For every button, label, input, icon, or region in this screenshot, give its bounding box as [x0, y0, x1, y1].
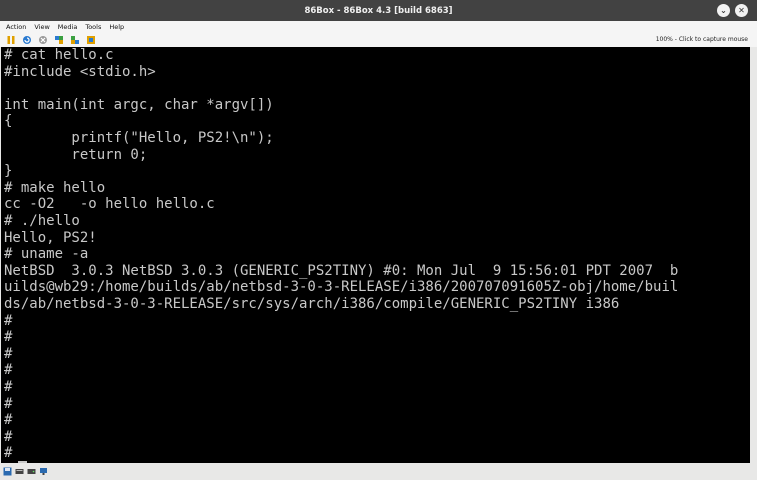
settings-icon	[86, 35, 95, 44]
terminal-line: Hello, PS2!	[4, 229, 97, 246]
hard-disk-icon	[27, 469, 36, 474]
terminal-line: #	[4, 362, 13, 379]
network-status[interactable]	[39, 467, 48, 476]
cdrom-drive-status[interactable]	[15, 467, 24, 476]
terminal-line: #	[4, 395, 13, 412]
terminal-line: ds/ab/netbsd-3-0-3-RELEASE/src/sys/arch/…	[4, 296, 620, 312]
floppy-drive-icon	[3, 467, 12, 476]
pause-icon	[7, 35, 14, 44]
floppy-drive-status[interactable]	[3, 467, 12, 476]
window-title: 86Box - 86Box 4.3 [build 6863]	[304, 5, 453, 16]
terminal-line: return 0;	[4, 146, 148, 163]
menu-help[interactable]: Help	[105, 23, 128, 31]
ctrl-alt-del-icon	[22, 35, 31, 44]
terminal-line: int main(int argc, char *argv[])	[4, 96, 274, 113]
menu-tools[interactable]: Tools	[81, 23, 105, 31]
ctrl-alt-del-button[interactable]	[21, 34, 32, 45]
acpi-shutdown-icon	[70, 35, 79, 44]
terminal-line: # make hello	[4, 179, 106, 196]
terminal-line: #	[4, 412, 13, 429]
terminal-line: #	[4, 345, 13, 362]
status-bar	[0, 463, 757, 480]
terminal-line: {	[4, 113, 13, 130]
terminal-line: #	[4, 379, 13, 395]
hard-reset-button[interactable]	[53, 34, 64, 45]
terminal-line: printf("Hello, PS2!\n");	[4, 130, 274, 146]
terminal-line: #	[4, 428, 13, 445]
cdrom-drive-icon	[15, 469, 24, 474]
terminal-line: cc -O2 -o hello hello.c	[4, 196, 215, 213]
pause-button[interactable]	[5, 34, 16, 45]
emulator-screen[interactable]: # cat hello.c #include <stdio.h> int main(…	[1, 47, 750, 463]
window-titlebar[interactable]: 86Box - 86Box 4.3 [build 6863] ⌄ ✕	[0, 0, 757, 21]
close-button[interactable]: ✕	[735, 4, 748, 17]
menu-view[interactable]: View	[30, 23, 53, 31]
terminal-line: #	[4, 312, 13, 329]
toolbar	[0, 32, 757, 47]
network-icon	[40, 468, 47, 475]
terminal-line: # cat hello.c	[4, 47, 114, 63]
terminal-line: # ./hello	[4, 213, 80, 229]
hard-disk-status[interactable]	[27, 467, 36, 476]
menu-media[interactable]: Media	[54, 23, 82, 31]
ctrl-alt-esc-button[interactable]	[37, 34, 48, 45]
terminal-line: NetBSD 3.0.3 NetBSD 3.0.3 (GENERIC_PS2TI…	[4, 262, 679, 279]
hard-reset-icon	[54, 35, 63, 44]
terminal-line: # uname -a	[4, 246, 89, 263]
acpi-shutdown-button[interactable]	[69, 34, 80, 45]
terminal-line: #include <stdio.h>	[4, 63, 156, 80]
screen-right-border	[750, 47, 757, 463]
menu-action[interactable]: Action	[0, 23, 30, 31]
menu-bar: Action View Media Tools Help	[0, 21, 757, 32]
terminal-line: }	[4, 163, 13, 180]
close-icon: ✕	[738, 6, 745, 15]
terminal-line: #	[4, 329, 13, 346]
ctrl-alt-esc-icon	[38, 35, 47, 44]
terminal-line: #	[4, 445, 13, 462]
capture-mouse-hint[interactable]: 100% - Click to capture mouse	[656, 36, 748, 43]
terminal-line: uilds@wb29:/home/builds/ab/netbsd-3-0-3-…	[4, 279, 679, 296]
chevron-down-icon: ⌄	[720, 6, 727, 15]
settings-button[interactable]	[85, 34, 96, 45]
minimize-button[interactable]: ⌄	[717, 4, 730, 17]
